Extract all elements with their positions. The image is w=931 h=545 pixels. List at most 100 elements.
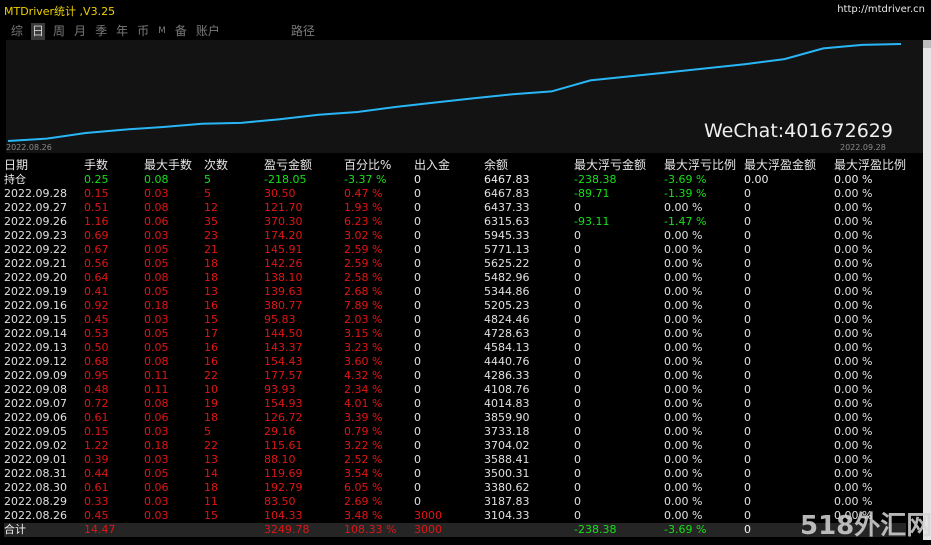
- table-cell: 2022.09.07: [4, 397, 67, 410]
- tab-quarterly[interactable]: 季: [94, 23, 108, 41]
- table-cell: 0.18: [144, 299, 169, 312]
- tab-summary[interactable]: 综: [10, 23, 24, 41]
- table-cell: 0: [414, 425, 421, 438]
- table-cell: 0.53: [84, 327, 109, 340]
- table-cell: 22: [204, 369, 218, 382]
- table-cell: 15: [204, 313, 218, 326]
- tab-path[interactable]: 路径: [290, 23, 316, 41]
- table-cell: 3.22 %: [344, 439, 383, 452]
- table-cell: 0: [414, 173, 421, 186]
- table-cell: 2.58 %: [344, 271, 383, 284]
- table-cell: 0.00 %: [664, 257, 703, 270]
- column-header[interactable]: 出入金: [414, 157, 484, 173]
- tab-weekly[interactable]: 周: [52, 23, 66, 41]
- table-cell: 88.10: [264, 453, 296, 466]
- table-cell: 104.33: [264, 509, 303, 522]
- column-header[interactable]: 余额: [484, 157, 574, 173]
- table-cell: 4584.13: [484, 341, 530, 354]
- table-cell: 2022.09.15: [4, 313, 67, 326]
- table-cell: 0.00 %: [664, 467, 703, 480]
- table-cell: 0.00 %: [664, 397, 703, 410]
- column-header[interactable]: 手数: [84, 157, 144, 173]
- column-header[interactable]: 盈亏金额: [264, 157, 344, 173]
- table-cell: 6467.83: [484, 187, 530, 200]
- column-header[interactable]: 最大浮盈比例: [834, 157, 906, 173]
- table-cell: 6.05 %: [344, 481, 383, 494]
- table-cell: [144, 523, 204, 537]
- column-header[interactable]: 最大手数: [144, 157, 204, 173]
- table-cell: 177.57: [264, 369, 303, 382]
- table-cell: 3.54 %: [344, 467, 383, 480]
- table-row: 2022.09.05 0.15 0.03 5 29.16 0.79 % 0 3733.18 0 0…: [4, 425, 906, 439]
- table-cell: 2.03 %: [344, 313, 383, 326]
- table-cell: 0: [744, 341, 751, 354]
- table-cell: 0: [744, 369, 751, 382]
- table-cell: 0: [414, 369, 421, 382]
- table-cell: 0: [744, 467, 751, 480]
- table-row: 2022.08.26 0.45 0.03 15 104.33 3.48 % 3000 3104…: [4, 509, 906, 523]
- table-row: 2022.09.14 0.53 0.05 17 144.50 3.15 % 0 4728.63…: [4, 327, 906, 341]
- table-cell: 0.95: [84, 369, 109, 382]
- scrollbar-thumb[interactable]: [923, 40, 931, 48]
- tab-monthly[interactable]: 月: [73, 23, 87, 41]
- table-cell: 4.01 %: [344, 397, 383, 410]
- table-cell: 0: [574, 257, 581, 270]
- tab-currency[interactable]: 币: [136, 23, 150, 41]
- table-cell: 0: [414, 453, 421, 466]
- table-cell: 5945.33: [484, 229, 530, 242]
- table-cell: 0: [414, 271, 421, 284]
- table-cell: 0.51: [84, 201, 109, 214]
- table-cell: 4014.83: [484, 397, 530, 410]
- table-cell: 0: [414, 383, 421, 396]
- table-cell: 0.00 %: [664, 299, 703, 312]
- table-row: 2022.08.29 0.33 0.03 11 83.50 2.69 % 0 3187.83 0…: [4, 495, 906, 509]
- table-row: 2022.09.21 0.56 0.05 18 142.26 2.59 % 0 5625.22…: [4, 257, 906, 271]
- app-url-link[interactable]: http://mtdriver.cn: [837, 4, 925, 15]
- table-cell: 154.43: [264, 355, 303, 368]
- table-cell: 143.37: [264, 341, 303, 354]
- tab-note[interactable]: 备: [174, 23, 188, 41]
- table-cell: 0: [414, 285, 421, 298]
- table-cell: 0.00 %: [834, 425, 873, 438]
- table-cell: 0.00 %: [664, 355, 703, 368]
- column-header[interactable]: 次数: [204, 157, 264, 173]
- column-header[interactable]: 日期: [4, 157, 84, 173]
- tab-account[interactable]: 账户: [195, 23, 221, 41]
- table-cell: 0.08: [144, 397, 169, 410]
- table-cell: 0.00 %: [664, 439, 703, 452]
- tab-magic[interactable]: M: [157, 23, 167, 41]
- table-cell: 2022.08.31: [4, 467, 67, 480]
- table-cell: 5771.13: [484, 243, 530, 256]
- position-row: 持仓 0.25 0.08 5 -218.05 -3.37 % 0 6467.83 -238.38…: [4, 173, 906, 187]
- table-cell: 0.00 %: [834, 481, 873, 494]
- table-cell: 93.93: [264, 383, 296, 396]
- table-cell: 6437.33: [484, 201, 530, 214]
- table-row: 2022.09.07 0.72 0.08 19 154.93 4.01 % 0 4014.83…: [4, 397, 906, 411]
- table-cell: 0.00 %: [664, 341, 703, 354]
- table-cell: 0: [574, 467, 581, 480]
- table-cell: 0.48: [84, 383, 109, 396]
- column-header[interactable]: 最大浮亏金额: [574, 157, 664, 173]
- table-cell: 2022.09.12: [4, 355, 67, 368]
- table-cell: 0.47 %: [344, 187, 383, 200]
- table-cell: 合计: [4, 523, 84, 537]
- table-cell: 0: [744, 439, 751, 452]
- column-header[interactable]: 最大浮盈金额: [744, 157, 834, 173]
- table-cell: 10: [204, 383, 218, 396]
- table-cell: 0: [414, 481, 421, 494]
- chart-watermark-text: WeChat:401672629: [704, 120, 893, 142]
- table-cell: 1.93 %: [344, 201, 383, 214]
- tab-daily[interactable]: 日: [31, 23, 46, 41]
- tab-yearly[interactable]: 年: [115, 23, 129, 41]
- column-header[interactable]: 最大浮亏比例: [664, 157, 744, 173]
- table-cell: 0: [744, 397, 751, 410]
- vertical-scrollbar[interactable]: [923, 40, 931, 540]
- table-cell: 0.56: [84, 257, 109, 270]
- table-cell: 95.83: [264, 313, 296, 326]
- column-header[interactable]: 百分比%: [344, 157, 414, 173]
- table-cell: 16: [204, 299, 218, 312]
- chart-start-date: 2022.08.26: [6, 143, 52, 152]
- table-cell: 0: [574, 341, 581, 354]
- table-cell: 0.00: [744, 173, 769, 186]
- table-cell: -218.05: [264, 173, 307, 186]
